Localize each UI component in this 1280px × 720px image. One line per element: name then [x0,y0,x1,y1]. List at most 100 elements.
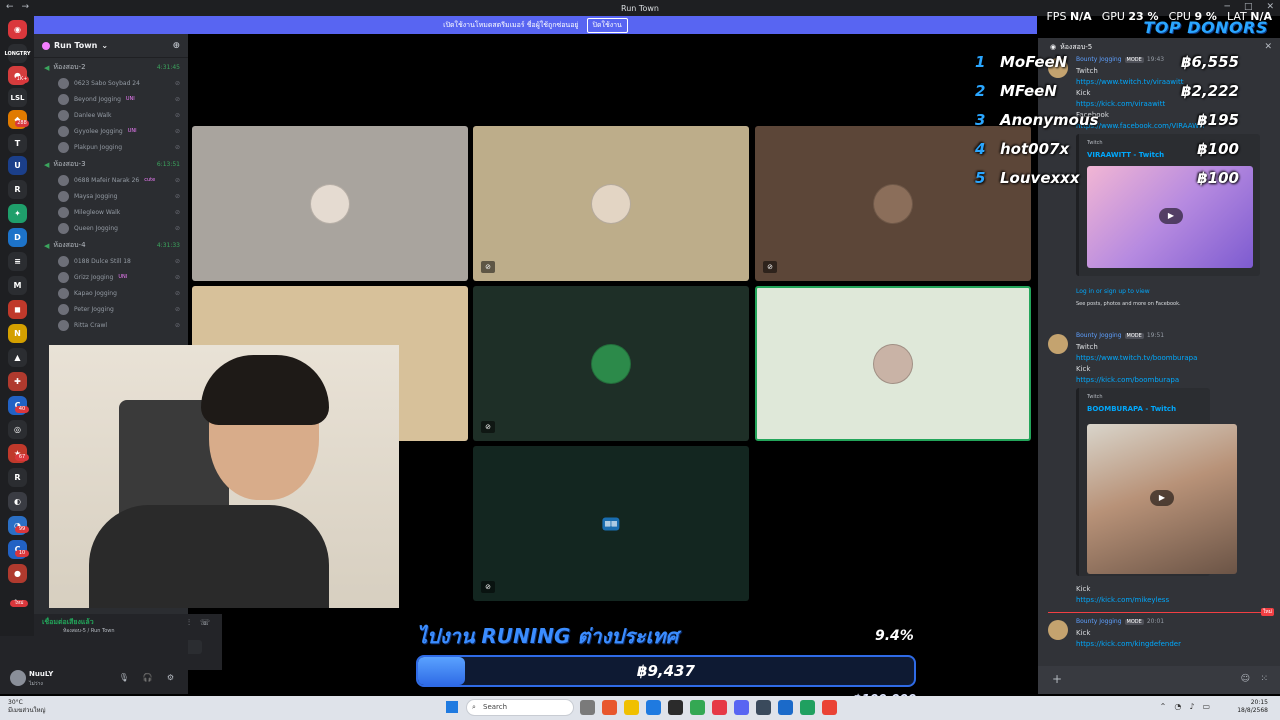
voice-member[interactable]: 0188 Dulce Still 18 ⊘ [34,253,188,269]
battery-icon[interactable]: ▭ [1202,702,1210,711]
weather-widget[interactable]: 30°C มีเมฆส่วนใหญ่ [8,699,46,715]
app-icon[interactable] [800,700,815,715]
copilot-icon[interactable] [602,700,617,715]
server-icon-15[interactable]: ✚ [8,372,27,391]
server-icon-1[interactable]: LONGTRY [4,44,31,63]
server-icon-20[interactable]: ◐ [8,492,27,511]
avatar[interactable] [10,670,26,686]
forward-arrow-icon[interactable]: → [22,2,30,12]
server-icon-9[interactable]: D [8,228,27,247]
add-attachment-icon[interactable]: + [1052,672,1062,686]
chrome-icon[interactable] [822,700,837,715]
app-icon[interactable] [712,700,727,715]
microphone-icon[interactable]: 🎙 [119,673,129,682]
avatar [58,77,69,89]
video-tile[interactable]: ▦▦ ⊘ [473,446,749,601]
server-icon-11[interactable]: M [8,276,27,295]
server-icon-5[interactable]: T [8,134,27,153]
discord-icon[interactable] [734,700,749,715]
task-view-icon[interactable] [580,700,595,715]
streamer-webcam [49,345,399,608]
video-tile-speaking[interactable] [755,286,1031,441]
file-explorer-icon[interactable] [624,700,639,715]
server-icon-19[interactable]: R [8,468,27,487]
voice-channel[interactable]: ◀ ห้องสอบ-4 4:31:33 [34,236,188,253]
server-icon-14[interactable]: ▲ [8,348,27,367]
server-icon-13[interactable]: N [8,324,27,343]
volume-icon[interactable]: ♪ [1189,702,1194,711]
message-author[interactable]: Bounty Jogging MODE 19:51 [1076,332,1164,339]
obs-icon[interactable] [756,700,771,715]
voice-member[interactable]: Kapao Jogging ⊘ [34,285,188,301]
message-input-bar[interactable]: + ☺ ⁙ [1038,666,1280,694]
clock-time: 20:15 [1250,699,1268,706]
play-icon[interactable]: ▶ [1159,208,1183,224]
voice-member[interactable]: Milegleow Walk ⊘ [34,204,188,220]
voice-member[interactable]: Danlee Walk ⊘ [34,107,188,123]
server-icon-10[interactable]: ≡ [8,252,27,271]
voice-member[interactable]: Gyyolee Jogging UNI ⊘ [34,123,188,139]
mic-muted-icon: ⊘ [174,79,180,87]
donation-goal-bar: ฿9,437 [416,655,916,687]
voice-member[interactable]: Plakpun Jogging ⊘ [34,139,188,155]
apps-icon[interactable]: ⁙ [1260,674,1268,684]
message-link[interactable]: https://www.twitch.tv/boomburapa [1076,354,1197,362]
voice-member[interactable]: Beyond Jogging UNI ⊘ [34,91,188,107]
server-icon-23[interactable]: ● [8,564,27,583]
server-icon-3[interactable]: LSL [8,88,27,107]
close-icon[interactable]: ✕ [1264,42,1272,52]
voice-member[interactable]: Peter Jogging ⊘ [34,301,188,317]
emoji-icon[interactable]: ☺ [1241,674,1250,684]
video-tile[interactable] [192,126,468,281]
voice-member[interactable]: Ritta Crawl ⊘ [34,317,188,333]
voice-member[interactable]: 0623 Sabo Soybad 24 ⊘ [34,75,188,91]
steam-icon[interactable] [778,700,793,715]
message-link[interactable]: https://kick.com/boomburapa [1076,376,1179,384]
donation-goal-percent: 9.4% [875,628,914,644]
message-link[interactable]: https://kick.com/mikeyless [1076,596,1169,604]
windows-start-icon[interactable] [446,701,458,713]
message-author[interactable]: Bounty Jogging MODE 20:01 [1076,618,1164,625]
disable-streamer-mode-button[interactable]: ปิดใช้งาน [586,17,628,33]
chat-message: Bounty Jogging MODE 20:01 Kick https://kic… [1048,618,1272,658]
server-icon-17[interactable]: ◎ [8,420,27,439]
server-icon-6[interactable]: U [8,156,27,175]
embed-thumbnail[interactable]: ▶ [1087,424,1237,574]
voice-member[interactable]: Grizz Jogging UNI ⊘ [34,269,188,285]
mic-muted-icon: ⊘ [174,321,180,329]
donor-rank: 3 [975,111,986,129]
voice-channel[interactable]: ◀ ห้องสอบ-3 6:13:51 [34,155,188,172]
voice-channel-name: ห้องสอบ-3 [53,160,86,168]
home-icon[interactable]: ◉ [8,20,27,39]
wifi-icon[interactable]: ◔ [1174,702,1181,711]
chrome-icon[interactable] [690,700,705,715]
message-link[interactable]: https://kick.com/kingdefender [1076,640,1181,648]
avatar[interactable] [1048,334,1068,354]
embed-title-link[interactable]: BOOMBURAPA - Twitch [1087,405,1176,413]
play-icon[interactable]: ▶ [1150,490,1174,506]
taskbar-clock[interactable]: 20:15 18/8/2568 [1237,699,1268,715]
gear-icon[interactable]: ⚙ [167,673,174,682]
taskbar-search[interactable]: ⌕ Search [466,699,574,716]
member-name: 0623 Sabo Soybad 24 [74,79,140,87]
chevron-up-icon[interactable]: ⌃ [1160,702,1167,711]
voice-channel[interactable]: ◀ ห้องสอบ-2 4:31:45 [34,58,188,75]
app-icon[interactable] [668,700,683,715]
speaker-icon: ◀ [44,241,50,250]
facebook-login-link[interactable]: Log in or sign up to view [1076,288,1150,295]
back-arrow-icon[interactable]: ← [6,2,14,12]
video-tile[interactable]: ⊘ [473,286,749,441]
server-icon-8[interactable]: ✦ [8,204,27,223]
voice-member[interactable]: Queen Jogging ⊘ [34,220,188,236]
disconnect-icon[interactable]: ☏ [200,618,210,627]
voice-member[interactable]: 0688 Mafeir Narak 26 cute ⊘ [34,172,188,188]
voice-member[interactable]: Maysa Jogging ⊘ [34,188,188,204]
guild-header[interactable]: Run Town ⌄ ⊕ [34,34,188,58]
server-icon-7[interactable]: R [8,180,27,199]
add-member-icon[interactable]: ⊕ [172,41,180,51]
video-tile[interactable]: ⊘ [473,126,749,281]
avatar[interactable] [1048,620,1068,640]
edge-icon[interactable] [646,700,661,715]
server-icon-12[interactable]: ◼ [8,300,27,319]
headphones-icon[interactable]: 🎧 [143,673,153,682]
